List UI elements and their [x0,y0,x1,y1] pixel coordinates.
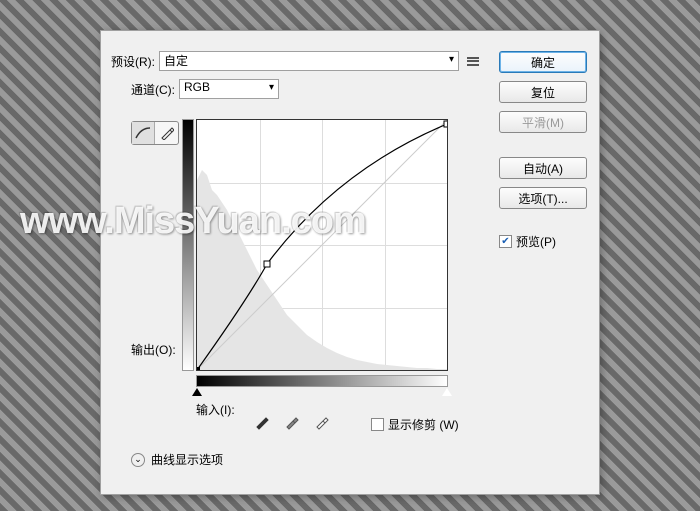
curve-line [197,120,447,370]
main-content: 预设(R): 自定 通道(C): RGB [111,51,481,111]
clip-label: 显示修剪 (W) [388,416,459,433]
preset-menu-icon[interactable] [465,53,481,69]
channel-select[interactable]: RGB [179,79,279,99]
input-gradient [196,375,448,387]
white-point-slider[interactable] [442,388,452,396]
clip-checkbox-box[interactable] [371,418,384,431]
smooth-button[interactable]: 平滑(M) [499,111,587,133]
preset-row: 预设(R): 自定 [111,51,481,71]
disclosure-label: 曲线显示选项 [151,451,223,468]
preview-checkbox[interactable]: ✔ 预览(P) [499,233,589,250]
options-button[interactable]: 选项(T)... [499,187,587,209]
curves-dialog: 预设(R): 自定 通道(C): RGB [100,30,600,495]
curve-area [196,119,471,387]
output-label: 输出(O): [131,341,176,358]
tool-group [131,121,179,145]
preset-value: 自定 [164,54,188,68]
chevron-down-icon: ⌄ [131,453,145,467]
black-point-slider[interactable] [192,388,202,396]
channel-value: RGB [184,80,210,94]
side-panel: 确定 复位 平滑(M) 自动(A) 选项(T)... ✔ 预览(P) [499,51,589,250]
white-eyedropper-icon[interactable] [311,411,333,433]
ok-button[interactable]: 确定 [499,51,587,73]
preview-checkbox-box[interactable]: ✔ [499,235,512,248]
reset-button[interactable]: 复位 [499,81,587,103]
curve-display-options-toggle[interactable]: ⌄ 曲线显示选项 [131,451,223,468]
show-clipping-checkbox[interactable]: 显示修剪 (W) [371,416,459,433]
black-eyedropper-icon[interactable] [251,411,273,433]
preview-label: 预览(P) [516,233,556,250]
gray-eyedropper-icon[interactable] [281,411,303,433]
curve-tools [131,121,179,145]
output-gradient [182,119,194,371]
eyedropper-group [251,411,333,433]
auto-button[interactable]: 自动(A) [499,157,587,179]
pencil-tool-button[interactable] [155,122,178,144]
preset-select[interactable]: 自定 [159,51,459,71]
channel-label: 通道(C): [131,81,175,98]
curve-grid[interactable] [196,119,448,371]
channel-row: 通道(C): RGB [131,79,481,99]
preset-label: 预设(R): [111,53,155,70]
curve-tool-button[interactable] [132,122,155,144]
